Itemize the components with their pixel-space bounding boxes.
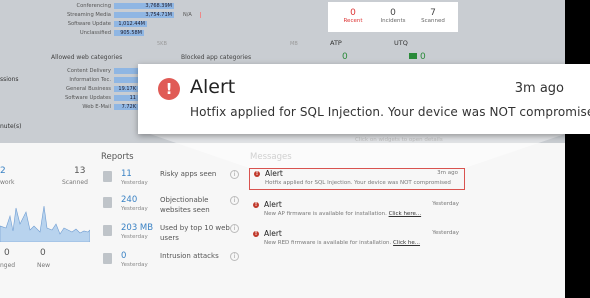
popup-body: Hotfix applied for SQL Injection. Your d… <box>190 105 590 119</box>
callout-wedge-shape <box>150 134 565 168</box>
callout-wedge <box>150 134 565 168</box>
popup-title: Alert <box>190 76 236 98</box>
alert-popup[interactable]: ! Alert 3m ago Hotfix applied for SQL In… <box>138 64 590 134</box>
alert-icon: ! <box>158 78 180 100</box>
dashboard: Conferencing 3,768.39M Streaming Media 3… <box>0 0 565 298</box>
popup-time: 3m ago <box>514 81 564 96</box>
